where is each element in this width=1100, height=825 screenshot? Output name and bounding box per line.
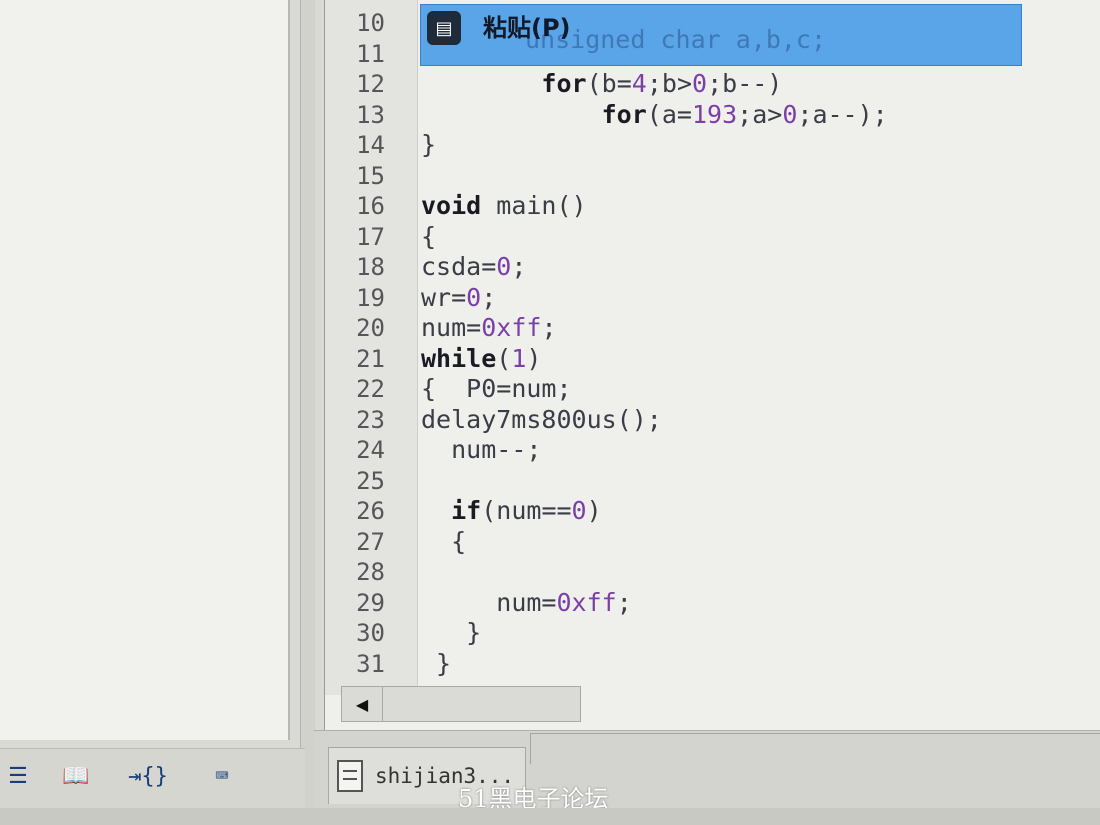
project-panel (0, 0, 290, 740)
editor-tabs-bar: shijian3... (314, 730, 1100, 811)
line-number: 23 (356, 406, 385, 434)
line-number: 14 (356, 131, 385, 159)
scroll-left-arrow-icon[interactable]: ◀ (342, 687, 383, 721)
code-line[interactable]: } (421, 649, 451, 679)
menu-item-paste-label: 粘贴(P) (483, 14, 571, 42)
line-number: 30 (356, 619, 385, 647)
code-editor[interactable]: 10 11 12 13 14 15 16 17 18 19 20 21 22 23 24 25 26 27 28 29… (324, 0, 1100, 730)
code-line[interactable]: num--; (421, 435, 541, 465)
templates-icon[interactable]: ⌨ (204, 761, 240, 791)
files-icon[interactable]: ☰ (0, 761, 36, 791)
line-number: 17 (356, 223, 385, 251)
code-line[interactable]: for(b=4;b>0;b--) (421, 69, 782, 99)
line-number: 31 (356, 650, 385, 678)
document-icon (337, 760, 363, 792)
code-line[interactable]: num=0xff; (421, 313, 557, 343)
line-number: 16 (356, 192, 385, 220)
line-number: 20 (356, 314, 385, 342)
tab-strip-divider (530, 733, 1100, 764)
line-number: 12 (356, 70, 385, 98)
line-number: 21 (356, 345, 385, 373)
line-number: 18 (356, 253, 385, 281)
functions-icon[interactable]: ⇥{} (128, 761, 168, 791)
code-line[interactable]: void main() (421, 191, 587, 221)
books-icon[interactable]: 📖 (58, 761, 94, 791)
paste-icon[interactable]: ▤ (427, 11, 461, 45)
project-toolbar: ☰ 📖 ⇥{} ⌨ (0, 748, 305, 809)
code-line[interactable]: { P0=num; (421, 374, 572, 404)
line-number: 10 (356, 9, 385, 37)
line-number: 27 (356, 528, 385, 556)
line-number: 19 (356, 284, 385, 312)
code-line[interactable]: { (421, 527, 466, 557)
line-number: 24 (356, 436, 385, 464)
code-line[interactable]: for(a=193;a>0;a--); (421, 100, 888, 130)
code-line[interactable]: wr=0; (421, 283, 496, 313)
line-number: 26 (356, 497, 385, 525)
line-number: 15 (356, 162, 385, 190)
bottom-strip (0, 808, 1100, 825)
line-number: 29 (356, 589, 385, 617)
panel-splitter[interactable] (300, 0, 315, 825)
line-number: 13 (356, 101, 385, 129)
line-number: 22 (356, 375, 385, 403)
line-number-gutter: 10 11 12 13 14 15 16 17 18 19 20 21 22 23 24 25 26 27 28 29… (325, 0, 418, 695)
context-menu[interactable]: unsigned char a,b,c; ▤ 粘贴(P) (420, 4, 1022, 66)
line-number: 28 (356, 558, 385, 586)
code-line[interactable]: } (421, 130, 436, 160)
code-line[interactable]: if(num==0) (421, 496, 602, 526)
code-line[interactable]: num=0xff; (421, 588, 632, 618)
code-line[interactable]: delay7ms800us(); (421, 405, 662, 435)
code-line[interactable]: while(1) (421, 344, 541, 374)
horizontal-scrollbar[interactable]: ◀ (341, 686, 581, 722)
code-line[interactable]: { (421, 222, 436, 252)
line-number: 11 (356, 40, 385, 68)
code-line[interactable]: csda=0; (421, 252, 526, 282)
line-number: 25 (356, 467, 385, 495)
code-line[interactable]: } (421, 618, 481, 648)
